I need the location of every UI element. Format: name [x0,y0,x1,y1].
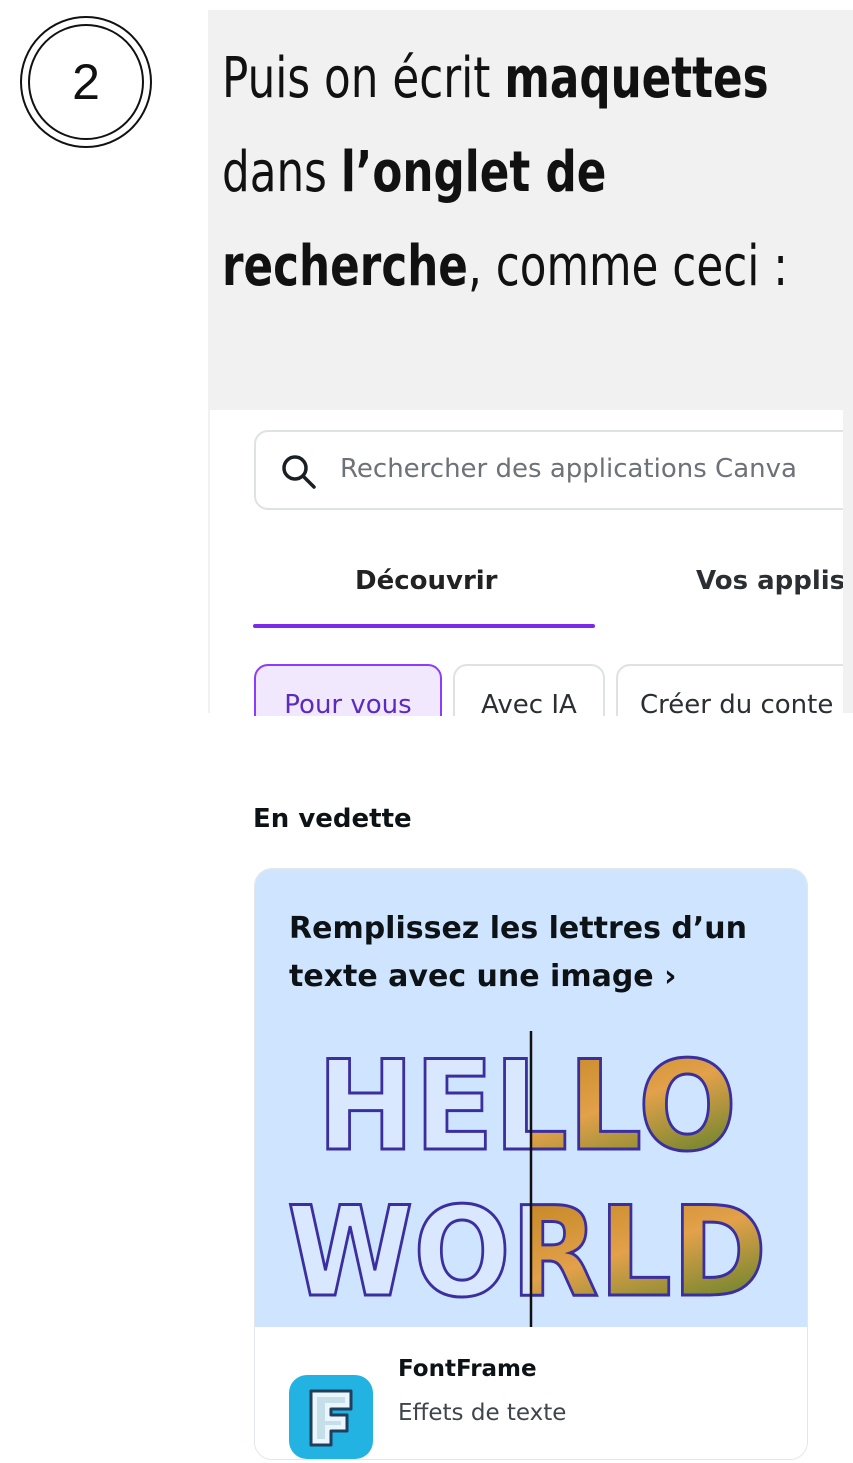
app-description: Effets de texte [398,1400,567,1426]
fontframe-app-icon [289,1375,373,1459]
search-icon [282,455,316,489]
tab-discover[interactable]: Découvrir [355,566,498,596]
app-name: FontFrame [398,1356,537,1382]
step-number-badge: 2 [20,16,152,148]
chip-for-you[interactable]: Pour vous [254,664,442,716]
search-placeholder: Rechercher des applications Canva [340,454,797,484]
chip-create-content[interactable]: Créer du conte [616,664,843,716]
instruction-text: Puis on écrit maquettes dans l’onglet de… [222,32,846,314]
hello-world-letters: HELLO WORLD HELLO WORLD [286,1034,769,1327]
chip-with-ai[interactable]: Avec IA [453,664,605,716]
card-hero: Remplissez les lettres d’un texte avec u… [255,869,807,1327]
hello-world-art: HELLO WORLD HELLO WORLD [286,1031,769,1327]
instruction-part-2: dans [222,140,341,205]
instruction-part-1: Puis on écrit [222,46,505,111]
canva-apps-screenshot: Rechercher des applications Canva Découv… [210,410,843,716]
step-number: 2 [72,54,100,110]
chevron-right-icon: › [664,959,677,994]
instruction-part-3: , comme ceci : [467,234,788,299]
card-title-text: Remplissez les lettres d’un texte avec u… [289,911,747,994]
instruction-keyword: maquettes [504,46,769,111]
active-tab-indicator [253,624,595,628]
tab-your-apps[interactable]: Vos applis [696,566,843,596]
app-row[interactable] [255,1327,807,1459]
search-input[interactable]: Rechercher des applications Canva [254,430,843,510]
card-title[interactable]: Remplissez les lettres d’un texte avec u… [289,905,769,1001]
fontframe-f-icon [309,1389,353,1447]
section-title-featured: En vedette [253,804,412,834]
